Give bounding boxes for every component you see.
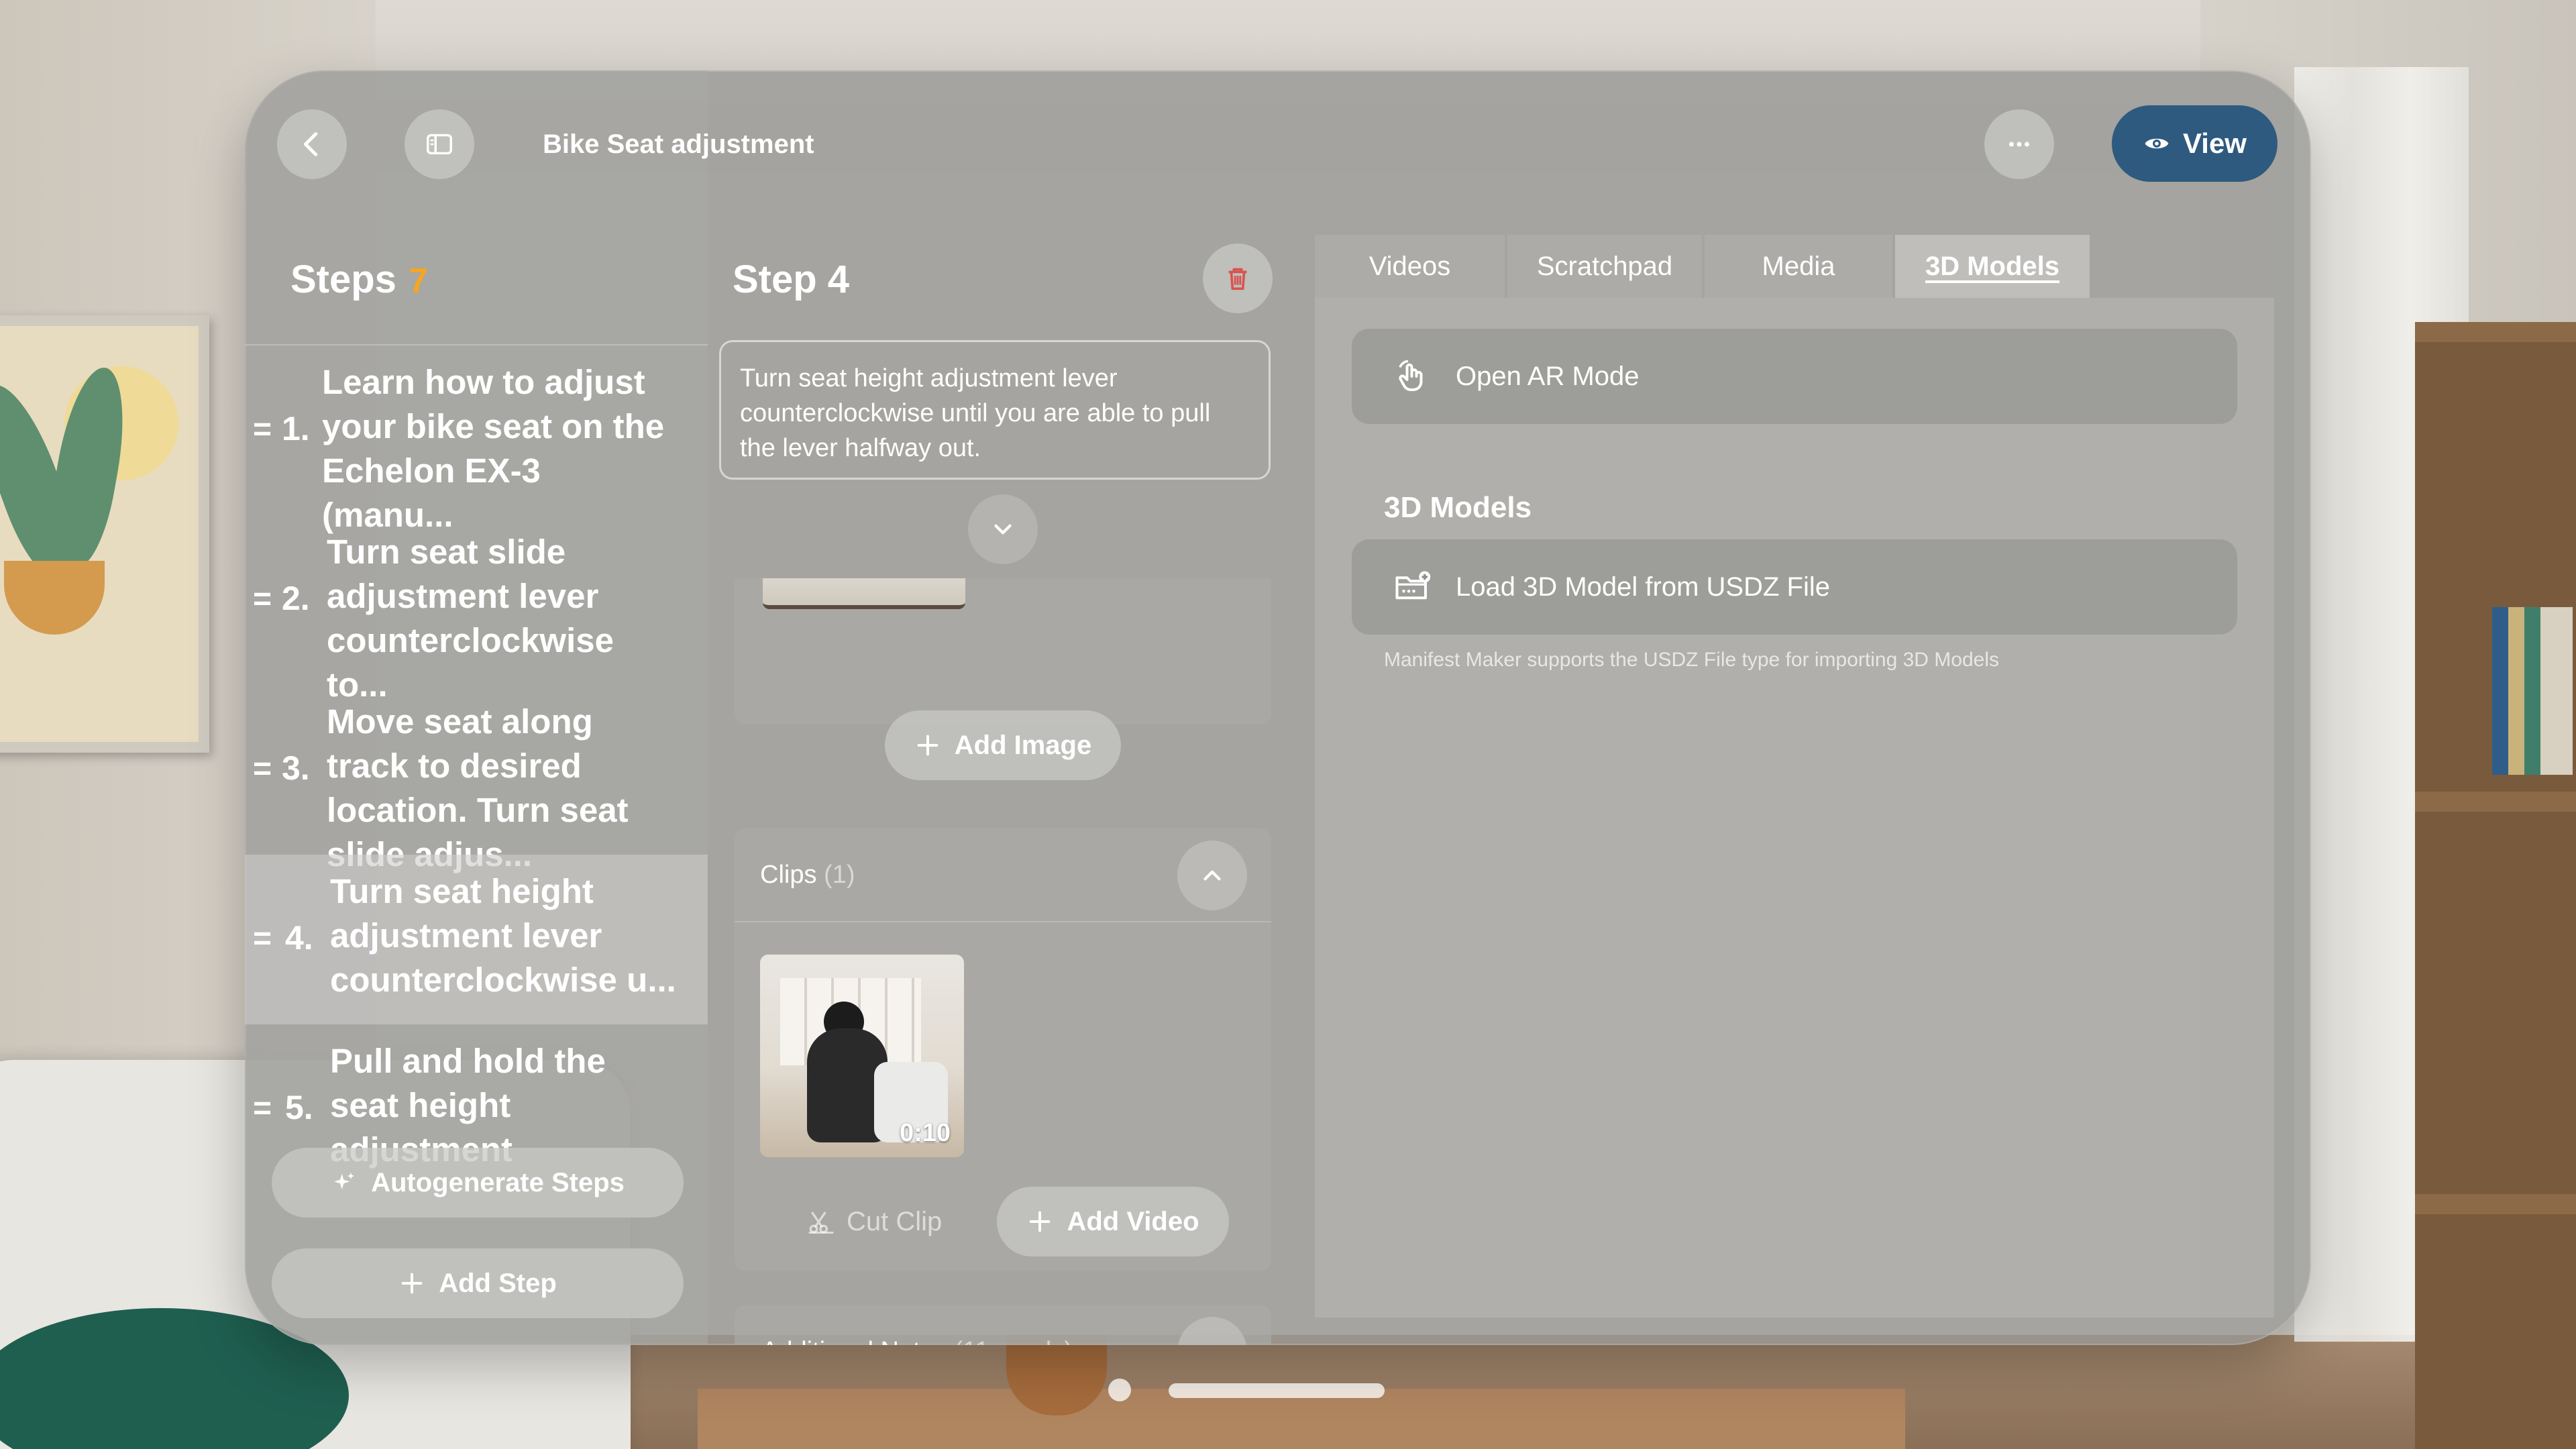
shelf-board xyxy=(2415,322,2576,342)
painting-pot xyxy=(4,561,105,635)
step-number: 4. xyxy=(285,919,313,957)
step-text: Learn how to adjust your bike seat on th… xyxy=(322,363,665,534)
chevron-down-icon xyxy=(994,524,1012,535)
step-item-4[interactable]: = 4. Turn seat height adjustment lever c… xyxy=(245,855,708,1024)
tab-media[interactable]: Media xyxy=(1705,235,1892,298)
tab-scratchpad[interactable]: Scratchpad xyxy=(1507,235,1702,298)
open-ar-mode-button[interactable]: Open AR Mode xyxy=(1352,329,2237,424)
plus-icon xyxy=(1030,1211,1051,1232)
chevron-up-icon xyxy=(1203,870,1221,881)
step-text: Move seat along track to desired locatio… xyxy=(327,702,629,873)
books xyxy=(2492,607,2573,775)
clip-duration: 0:10 xyxy=(899,1119,951,1147)
load-usdz-button[interactable]: Load 3D Model from USDZ File xyxy=(1352,539,2237,635)
clips-header: Clips (1) xyxy=(760,861,855,890)
shelf-board xyxy=(2415,792,2576,812)
hand-tap-icon xyxy=(1389,353,1436,400)
cut-clip-label: Cut Clip xyxy=(847,1206,943,1236)
step-item-1[interactable]: = 1. Learn how to adjust your bike seat … xyxy=(245,345,708,534)
folder-add-icon xyxy=(1389,564,1436,610)
add-step-button[interactable]: Add Step xyxy=(272,1248,684,1318)
steps-list: = 1. Learn how to adjust your bike seat … xyxy=(245,345,708,1191)
chevron-left-icon xyxy=(303,132,318,156)
eye-icon xyxy=(2145,138,2169,149)
drag-handle-icon[interactable]: = xyxy=(253,920,272,957)
images-section xyxy=(735,578,1271,724)
step-item-2[interactable]: = 2. Turn seat slide adjustment lever co… xyxy=(245,515,708,704)
bookshelf xyxy=(2415,322,2576,1449)
plus-icon xyxy=(401,1273,423,1294)
notes-header: Additional Notes (11 words) xyxy=(761,1337,1073,1345)
notes-label: Additional Notes xyxy=(761,1337,947,1345)
steps-title: Steps xyxy=(290,258,396,301)
autogenerate-steps-button[interactable]: Autogenerate Steps xyxy=(272,1148,684,1218)
load-usdz-label: Load 3D Model from USDZ File xyxy=(1456,572,1830,602)
drag-handle-icon[interactable]: = xyxy=(253,1090,272,1127)
3d-models-section-title: 3D Models xyxy=(1384,491,1532,524)
drag-handle-icon[interactable]: = xyxy=(253,411,272,448)
view-button[interactable]: View xyxy=(2112,105,2277,182)
step-number: 2. xyxy=(282,580,310,617)
sparkles-icon xyxy=(334,1173,355,1189)
step-number: 3. xyxy=(282,749,310,787)
step-item-3[interactable]: = 3. Move seat along track to desired lo… xyxy=(245,685,708,873)
clips-label: Clips xyxy=(760,861,817,889)
open-ar-mode-label: Open AR Mode xyxy=(1456,361,1640,391)
steps-count: 7 xyxy=(408,262,428,301)
add-step-label: Add Step xyxy=(439,1268,557,1298)
chevron-up-icon xyxy=(1198,1338,1226,1345)
step-detail-title: Step 4 xyxy=(733,258,850,301)
back-button[interactable] xyxy=(277,109,347,179)
3d-models-panel xyxy=(1315,298,2274,1318)
steps-header: Steps 7 xyxy=(290,257,428,302)
window-close-dot[interactable] xyxy=(1108,1379,1131,1401)
step-number: 1. xyxy=(282,410,310,447)
shelf-board xyxy=(2415,1194,2576,1214)
media-tabs: Videos Scratchpad Media 3D Models xyxy=(1315,235,2092,298)
trash-icon xyxy=(1228,268,1247,290)
sidebar-icon xyxy=(427,133,452,155)
add-image-label: Add Image xyxy=(954,730,1092,760)
clips-count: (1) xyxy=(824,861,855,889)
drag-handle-icon[interactable]: = xyxy=(253,751,272,788)
add-video-button[interactable]: Add Video xyxy=(997,1187,1229,1256)
app-window: Bike Seat adjustment View Steps 7 = 1. Le… xyxy=(245,70,2311,1345)
view-button-label: View xyxy=(2183,127,2247,159)
toggle-sidebar-button[interactable] xyxy=(405,109,474,179)
add-video-label: Add Video xyxy=(1067,1206,1199,1236)
plus-icon xyxy=(917,735,938,756)
cut-clip-button[interactable]: Cut Clip xyxy=(806,1187,942,1256)
image-thumbnail[interactable] xyxy=(763,578,965,609)
notes-word-count: (11 words) xyxy=(954,1337,1073,1345)
collapse-clips-button[interactable] xyxy=(1177,841,1247,910)
window-title: Bike Seat adjustment xyxy=(543,129,814,159)
window-grab-bar[interactable] xyxy=(1169,1383,1385,1398)
step-text: Turn seat height adjustment lever counte… xyxy=(330,872,676,999)
delete-step-button[interactable] xyxy=(1203,244,1273,313)
more-options-button[interactable] xyxy=(1984,109,2054,179)
divider xyxy=(735,921,1271,922)
wall-painting xyxy=(0,315,209,753)
scissors-icon xyxy=(808,1212,834,1234)
video-clip-thumbnail[interactable]: 0:10 xyxy=(760,955,964,1157)
expand-description-button[interactable] xyxy=(968,494,1038,564)
step-number: 5. xyxy=(285,1089,313,1126)
usdz-hint-text: Manifest Maker supports the USDZ File ty… xyxy=(1384,649,2000,671)
tab-videos[interactable]: Videos xyxy=(1315,235,1505,298)
tab-3d-models[interactable]: 3D Models xyxy=(1895,235,2090,298)
add-image-button[interactable]: Add Image xyxy=(885,710,1121,780)
drag-handle-icon[interactable]: = xyxy=(253,581,272,618)
autogenerate-label: Autogenerate Steps xyxy=(371,1167,625,1197)
step-description-field[interactable]: Turn seat height adjustment lever counte… xyxy=(719,340,1271,480)
step-text: Turn seat slide adjustment lever counter… xyxy=(327,533,614,704)
ellipsis-icon xyxy=(2009,142,2029,147)
